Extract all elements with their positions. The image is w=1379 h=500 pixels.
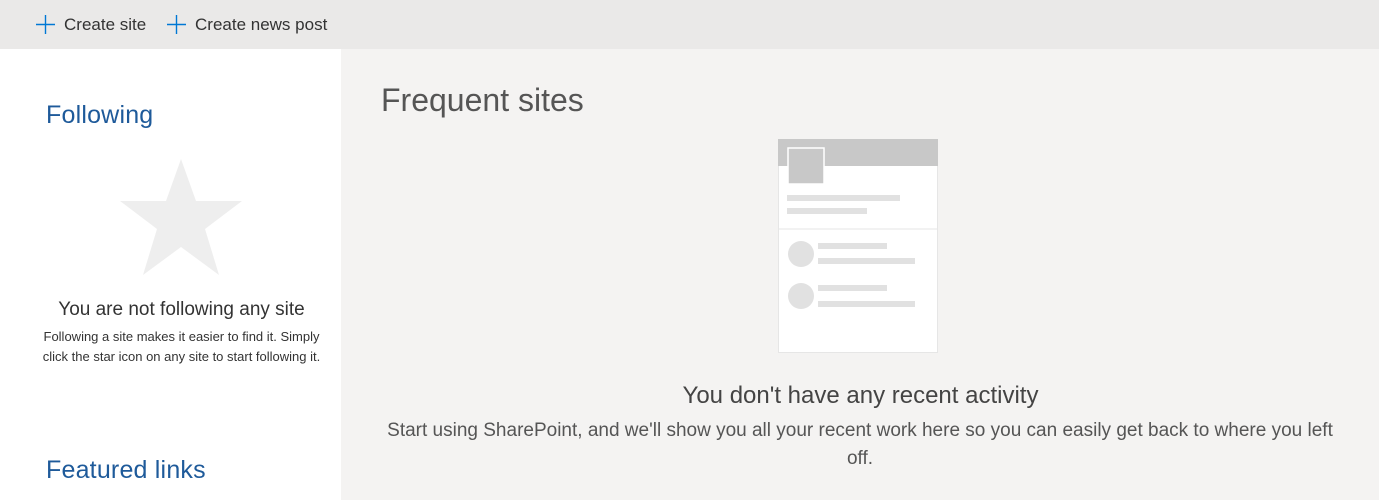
following-empty-heading: You are not following any site bbox=[58, 299, 305, 320]
left-pane: Following You are not following any site… bbox=[0, 49, 341, 500]
plus-icon bbox=[167, 15, 186, 34]
following-title[interactable]: Following bbox=[46, 101, 153, 130]
recent-activity-empty-description: Start using SharePoint, and we'll show y… bbox=[387, 420, 1333, 469]
frequent-sites-title: Frequent sites bbox=[381, 82, 584, 118]
command-bar: Create site Create news post bbox=[0, 0, 1379, 49]
site-card-placeholder-icon bbox=[778, 139, 938, 353]
plus-icon bbox=[36, 15, 55, 34]
recent-activity-empty-heading: You don't have any recent activity bbox=[682, 382, 1039, 409]
star-icon bbox=[120, 159, 242, 275]
create-site-label: Create site bbox=[64, 14, 147, 34]
create-site-button[interactable]: Create site bbox=[36, 0, 146, 49]
featured-links-title: Featured links bbox=[46, 456, 206, 484]
create-news-post-button[interactable]: Create news post bbox=[167, 0, 327, 49]
following-empty-description: Following a site makes it easier to find… bbox=[42, 329, 321, 364]
create-news-post-label: Create news post bbox=[195, 14, 328, 34]
